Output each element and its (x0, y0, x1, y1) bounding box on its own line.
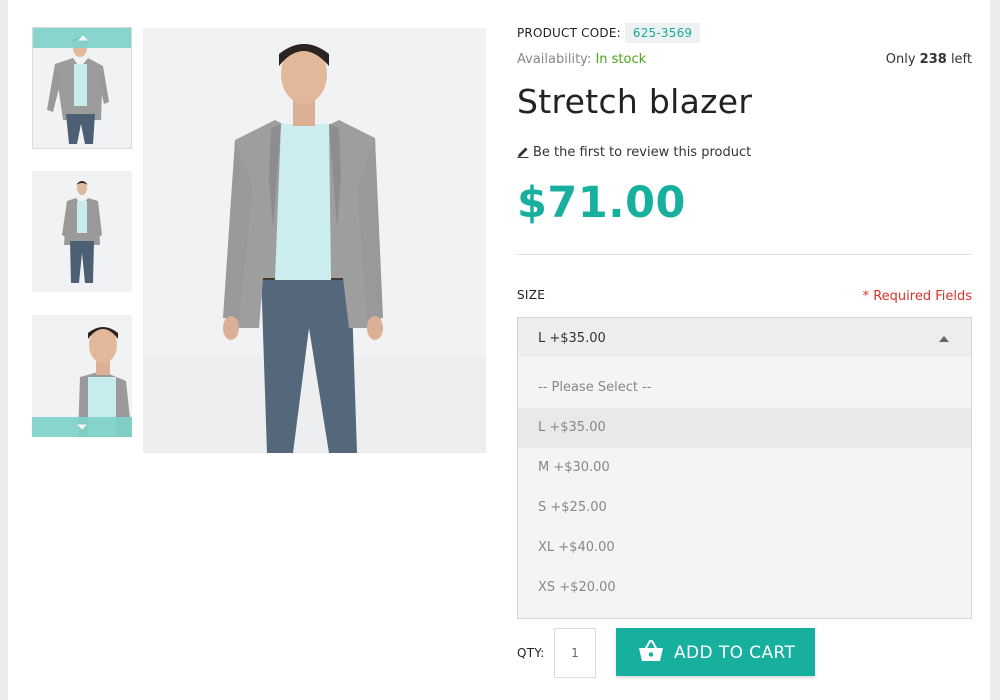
thumbnail-2[interactable] (32, 171, 132, 292)
size-select[interactable]: L +$35.00 (517, 317, 972, 358)
product-title: Stretch blazer (517, 82, 753, 121)
gallery-up-button[interactable] (33, 28, 131, 48)
size-select-value: L +$35.00 (538, 331, 606, 346)
stock-count-value: 238 (919, 52, 947, 67)
size-option-m[interactable]: M +$30.00 (518, 448, 971, 488)
size-option-xs[interactable]: XS +$20.00 (518, 568, 971, 608)
stock-count: Only 238 left (886, 52, 972, 67)
main-product-image[interactable] (143, 28, 486, 453)
product-code-label: PRODUCT CODE: (517, 26, 621, 40)
product-code-value: 625-3569 (624, 23, 701, 43)
size-option-l[interactable]: L +$35.00 (518, 408, 971, 448)
size-label: SIZE (517, 288, 546, 302)
chevron-down-icon (77, 424, 87, 430)
qty-input[interactable]: 1 (554, 628, 596, 678)
size-option-s[interactable]: S +$25.00 (518, 488, 971, 528)
required-fields-note: * Required Fields (862, 289, 972, 304)
stock-prefix: Only (885, 52, 916, 67)
thumbnail-2-image (32, 171, 132, 292)
review-link[interactable]: Be the first to review this product (517, 145, 751, 160)
qty-label: QTY: (517, 646, 545, 660)
size-options-list: -- Please Select -- L +$35.00 M +$30.00 … (517, 357, 972, 619)
product-code: PRODUCT CODE: 625-3569 (517, 23, 701, 43)
product-price: $71.00 (517, 178, 686, 228)
stock-suffix: left (950, 52, 972, 67)
availability: Availability: In stock (517, 52, 646, 67)
pencil-icon (517, 147, 529, 158)
divider (517, 254, 972, 255)
availability-label: Availability: (517, 52, 592, 67)
size-option-xl[interactable]: XL +$40.00 (518, 528, 971, 568)
add-to-cart-label: ADD TO CART (674, 643, 796, 663)
caret-up-icon (939, 336, 949, 342)
basket-icon (639, 640, 663, 661)
review-link-label: Be the first to review this product (533, 145, 752, 160)
size-option-please-select[interactable]: -- Please Select -- (518, 368, 971, 408)
availability-status: In stock (595, 52, 647, 67)
thumbnail-3[interactable] (32, 315, 132, 437)
gallery-down-button[interactable] (32, 417, 132, 437)
product-photo (143, 28, 486, 453)
add-to-cart-button[interactable]: ADD TO CART (616, 628, 815, 676)
chevron-up-icon (78, 35, 88, 41)
thumbnail-1[interactable] (32, 27, 132, 149)
